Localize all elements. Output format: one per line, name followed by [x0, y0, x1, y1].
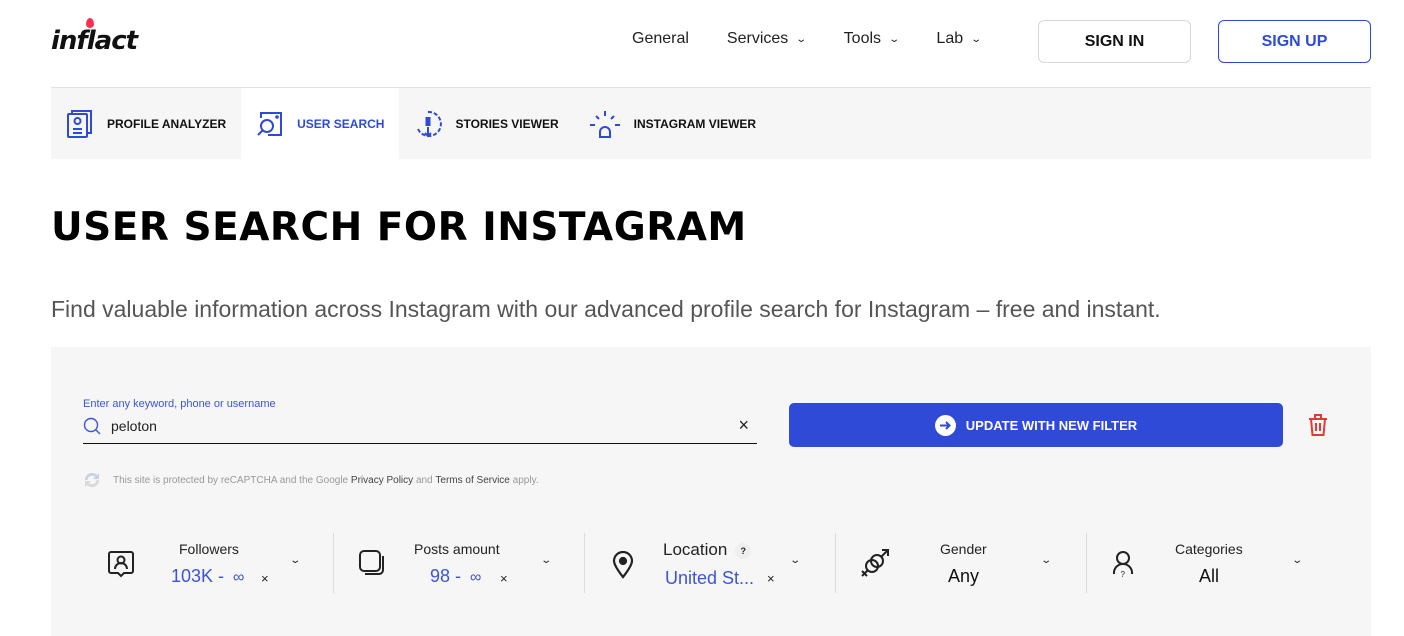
- tab-user-search[interactable]: USER SEARCH: [241, 88, 400, 159]
- recaptcha-prefix: This site is protected by reCAPTCHA and …: [113, 474, 349, 486]
- search-label: Enter any keyword, phone or username: [83, 398, 276, 410]
- svg-text:?: ?: [1121, 570, 1126, 579]
- posts-value: 98 - ∞: [430, 566, 482, 586]
- followers-value: 103K - ∞: [171, 566, 245, 586]
- arrow-right-icon: [934, 414, 956, 436]
- logo[interactable]: inflact: [51, 18, 151, 62]
- chevron-down-icon[interactable]: ⌄: [289, 555, 301, 566]
- tab-stories-viewer[interactable]: STORIES VIEWER: [399, 88, 573, 159]
- tab-label: INSTAGRAM VIEWER: [633, 116, 757, 131]
- chevron-down-icon[interactable]: ⌄: [1040, 555, 1052, 566]
- categories-value: All: [1199, 566, 1220, 586]
- profile-card-icon: [67, 109, 92, 138]
- sign-up-button[interactable]: SIGN UP: [1218, 20, 1371, 63]
- sign-in-button[interactable]: SIGN IN: [1038, 20, 1191, 63]
- filter-label: Categories: [1175, 541, 1243, 557]
- page-title: USER SEARCH FOR INSTAGRAM: [51, 205, 747, 250]
- nav-label: Tools: [843, 30, 882, 47]
- location-value: United St...: [665, 568, 755, 588]
- filter-label: Gender: [940, 541, 987, 557]
- recaptcha-notice: This site is protected by reCAPTCHA and …: [83, 471, 539, 489]
- chevron-down-icon: ⌄: [795, 33, 808, 45]
- search-input[interactable]: [111, 415, 711, 437]
- filter-followers[interactable]: Followers 103K - ∞ × ⌄: [83, 533, 334, 593]
- filter-location[interactable]: Location? United St... × ⌄: [585, 533, 836, 593]
- user-search-icon: [257, 111, 283, 136]
- gender-icon: [861, 549, 889, 577]
- followers-icon: [108, 551, 134, 578]
- recaptcha-and: and: [415, 474, 433, 486]
- privacy-policy-link[interactable]: Privacy Policy: [351, 475, 413, 486]
- update-filter-button[interactable]: UPDATE WITH NEW FILTER: [789, 403, 1283, 447]
- story-download-icon: [417, 110, 443, 137]
- clear-followers-button[interactable]: ×: [261, 571, 269, 586]
- help-icon[interactable]: ?: [735, 542, 752, 559]
- clear-location-button[interactable]: ×: [767, 571, 775, 586]
- tab-profile-analyzer[interactable]: PROFILE ANALYZER: [51, 88, 241, 159]
- filter-label: Location?: [663, 540, 752, 560]
- tab-label: PROFILE ANALYZER: [107, 116, 227, 131]
- nav-label: Lab: [936, 30, 964, 47]
- tab-label: STORIES VIEWER: [455, 116, 559, 131]
- clear-search-button[interactable]: ×: [738, 415, 749, 436]
- nav-item-general[interactable]: General: [632, 30, 689, 48]
- spy-light-icon: [589, 110, 620, 138]
- filter-categories[interactable]: ? Categories All ⌄: [1087, 533, 1338, 593]
- tool-tabs: PROFILE ANALYZER USER SEARCH STORIES VIE…: [51, 88, 1371, 159]
- nav-item-lab[interactable]: Lab ⌄: [936, 30, 983, 48]
- logo-text: inflact: [51, 26, 138, 56]
- search-field: ×: [83, 413, 757, 444]
- main-nav: General Services ⌄ Tools ⌄ Lab ⌄: [632, 30, 983, 48]
- update-filter-label: UPDATE WITH NEW FILTER: [965, 417, 1138, 433]
- chevron-down-icon[interactable]: ⌄: [540, 555, 552, 566]
- nav-label: General: [632, 30, 689, 47]
- filter-gender[interactable]: Gender Any ⌄: [836, 533, 1087, 593]
- trash-icon[interactable]: [1307, 413, 1329, 437]
- recaptcha-icon: [84, 472, 100, 488]
- category-user-icon: ?: [1112, 551, 1134, 579]
- search-panel: Enter any keyword, phone or username × U…: [51, 347, 1371, 636]
- recaptcha-suffix: apply.: [512, 474, 539, 486]
- filter-label: Posts amount: [414, 541, 500, 557]
- posts-icon: [359, 550, 384, 575]
- clear-posts-button[interactable]: ×: [500, 571, 508, 586]
- chevron-down-icon[interactable]: ⌄: [789, 555, 801, 566]
- nav-item-services[interactable]: Services ⌄: [726, 30, 808, 48]
- location-pin-icon: [612, 551, 634, 579]
- nav-label: Services: [726, 30, 789, 47]
- site-header: inflact General Services ⌄ Tools ⌄ Lab ⌄…: [0, 0, 1404, 88]
- tab-label: USER SEARCH: [297, 116, 385, 131]
- search-icon: [83, 417, 101, 435]
- filter-label: Followers: [179, 541, 239, 557]
- filter-posts-amount[interactable]: Posts amount 98 - ∞ × ⌄: [334, 533, 585, 593]
- filters-bar: Followers 103K - ∞ × ⌄ Posts amount 98 -…: [83, 533, 1343, 593]
- tab-instagram-viewer[interactable]: INSTAGRAM VIEWER: [574, 88, 771, 159]
- page-subtitle: Find valuable information across Instagr…: [51, 296, 1161, 322]
- nav-item-tools[interactable]: Tools ⌄: [843, 30, 901, 48]
- terms-of-service-link[interactable]: Terms of Service: [435, 475, 509, 486]
- chevron-down-icon[interactable]: ⌄: [1291, 555, 1303, 566]
- chevron-down-icon: ⌄: [970, 33, 983, 45]
- chevron-down-icon: ⌄: [888, 33, 901, 45]
- gender-value: Any: [948, 566, 980, 586]
